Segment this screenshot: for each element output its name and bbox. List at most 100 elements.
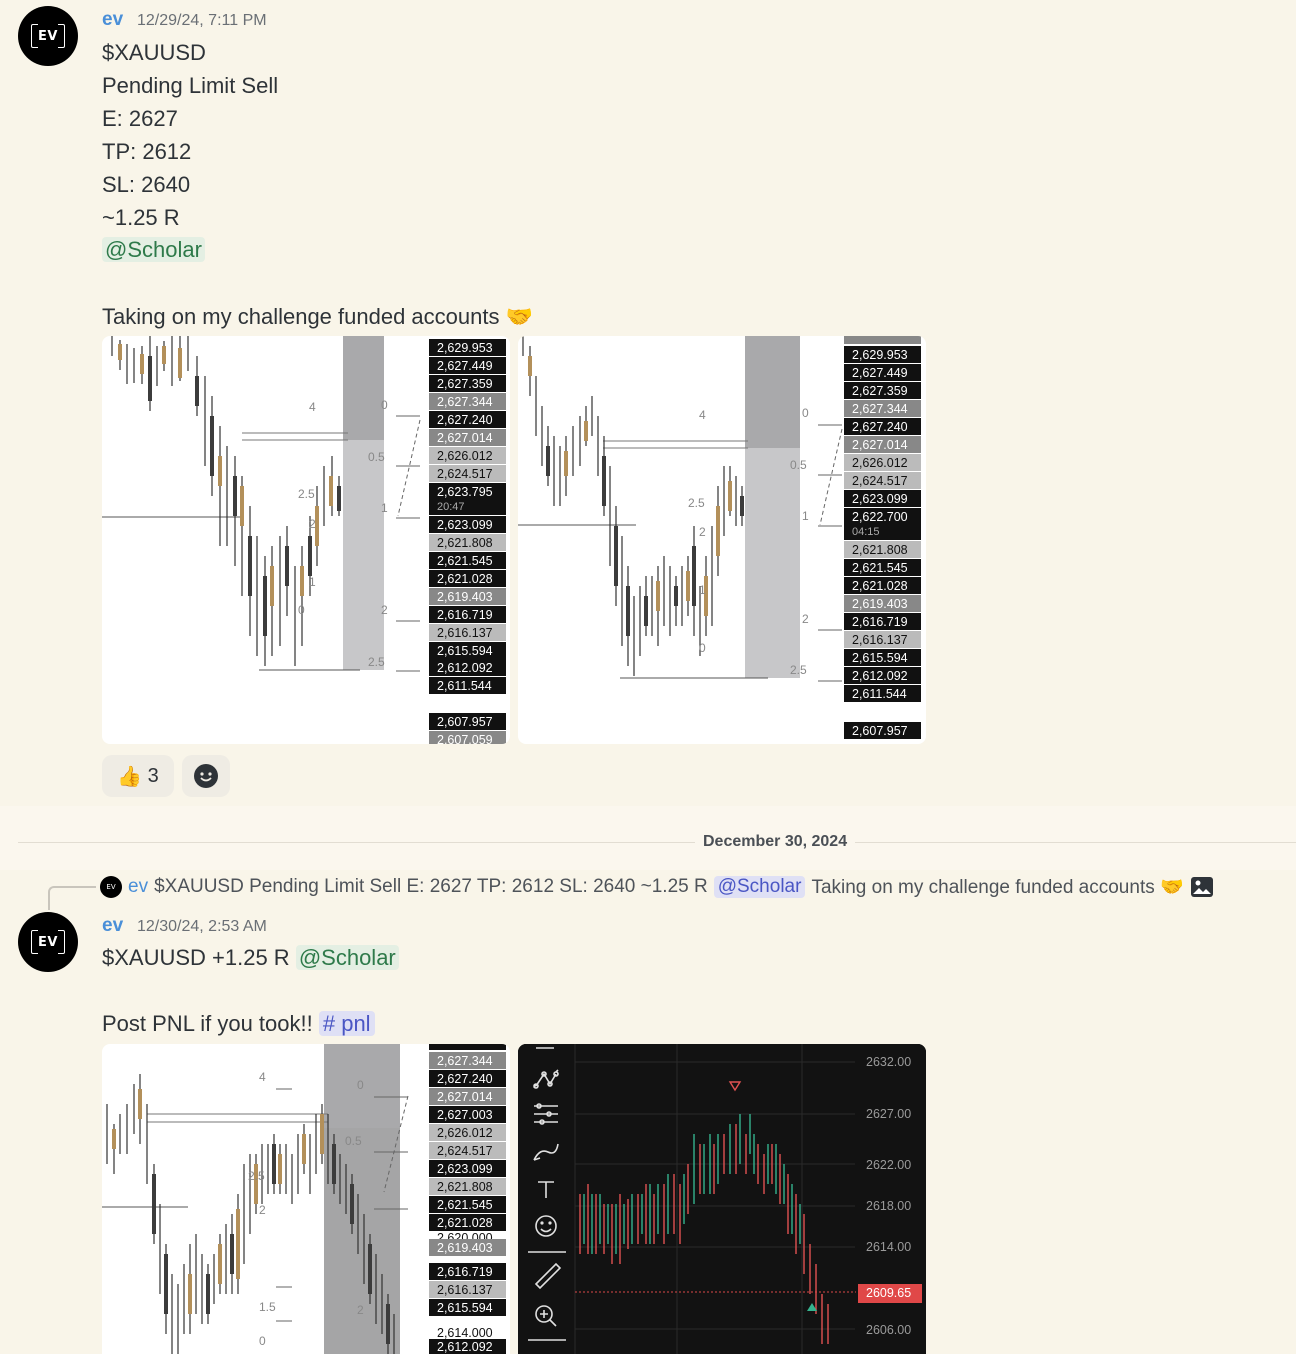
fib-label: 2 — [699, 525, 706, 539]
reaction-thumbs-up[interactable]: 👍 3 — [102, 755, 174, 797]
price-label: 2,624.517 — [437, 1144, 493, 1158]
mention-line: @Scholar — [102, 237, 205, 263]
price-label: 2,626.012 — [437, 1126, 493, 1140]
chart-image-4[interactable]: 2632.00 2627.00 2622.00 2618.00 2614.00 … — [518, 1044, 926, 1354]
username[interactable]: ev — [102, 9, 123, 31]
fib-label: 1.5 — [259, 1300, 276, 1314]
fib-label: 1 — [802, 509, 809, 523]
y-tick: 2622.00 — [866, 1158, 911, 1172]
price-label: 2,615.594 — [852, 651, 908, 665]
fib-label: 4 — [309, 400, 316, 414]
price-label: 2,627.449 — [437, 359, 493, 373]
price-label: 2,623.099 — [437, 518, 493, 532]
message-line: Pending Limit Sell — [102, 73, 279, 98]
reply-mention: @Scholar — [713, 876, 806, 898]
fib-label: 0 — [802, 406, 809, 420]
price-label: 2,627.240 — [437, 1072, 493, 1086]
chart-image-2[interactable]: 4 0 0.5 2.5 1 2 1 0 2 2.5 2,629.953 2,62… — [518, 336, 926, 744]
channel-link-pnl[interactable]: # pnl — [318, 1011, 375, 1036]
fib-label: 2.5 — [298, 487, 315, 501]
reaction-count: 3 — [147, 764, 159, 787]
price-label: 2,627.359 — [852, 384, 908, 398]
price-label: 2,616.719 — [437, 1265, 493, 1279]
price-label: 2,612.092 — [852, 669, 908, 683]
price-label: 2,611.544 — [852, 687, 907, 701]
timestamp: 12/29/24, 7:11 PM — [137, 12, 267, 29]
fib-label: 1 — [309, 575, 316, 589]
image-icon — [1190, 877, 1213, 897]
fib-label: 0 — [259, 1334, 266, 1348]
current-price-label: 2609.65 — [866, 1286, 911, 1300]
price-label: 2,626.012 — [852, 456, 908, 470]
price-label: 2,629.953 — [852, 348, 908, 362]
price-label: 2,627.359 — [437, 377, 493, 391]
fib-label: 0.5 — [345, 1134, 362, 1148]
price-label: 2,619.403 — [437, 590, 493, 604]
price-label: 2,623.099 — [437, 1162, 493, 1176]
price-label: 2,629.953 — [437, 341, 493, 355]
countdown-label: 04:15 — [852, 526, 880, 538]
price-label: 2,621.808 — [852, 543, 908, 557]
price-label: 2,616.719 — [852, 615, 908, 629]
fib-label: 2 — [309, 517, 316, 531]
price-label: 2,607.059 — [437, 733, 493, 744]
fib-label: 0.5 — [368, 450, 385, 464]
message-line: $XAUUSD — [102, 40, 206, 65]
price-label: 2,627.014 — [437, 1090, 493, 1104]
chart-image-3[interactable]: 4 0 0.5 2.5 2 1.5 0 2 2,627.344 2,627.24… — [102, 1044, 510, 1354]
price-label: 2,619.403 — [437, 1241, 493, 1255]
thumbs-up-icon: 👍 — [117, 765, 143, 788]
price-label: 2,614.000 — [437, 1326, 493, 1340]
fib-label: 1 — [699, 583, 706, 597]
price-label: 2,612.092 — [437, 661, 493, 675]
y-tick: 2606.00 — [866, 1323, 911, 1337]
fib-label: 0 — [298, 603, 305, 617]
fib-label: 2.5 — [790, 663, 807, 677]
price-label: 2,616.719 — [437, 608, 493, 622]
price-label: 2,623.795 — [437, 485, 493, 499]
price-label: 2,624.517 — [437, 467, 493, 481]
price-label: 2,622.700 — [852, 510, 908, 524]
price-label: 2,615.594 — [437, 644, 493, 658]
fib-label: 0 — [381, 398, 388, 412]
price-label: 2,623.099 — [852, 492, 908, 506]
username[interactable]: ev — [102, 915, 123, 937]
candlestick-chart: 4 0 0.5 2.5 1 2 1 0 2 2.5 2,629.953 2,62… — [518, 336, 921, 739]
avatar[interactable]: EV — [18, 912, 78, 972]
message-line: TP: 2612 — [102, 139, 192, 164]
fib-label: 2 — [259, 1203, 266, 1217]
price-label: 2,616.137 — [437, 626, 493, 640]
price-label: 2,627.240 — [437, 413, 493, 427]
fib-label: 0 — [699, 641, 706, 655]
price-label: 2,621.028 — [852, 579, 908, 593]
price-label: 2,627.014 — [852, 438, 908, 452]
price-label: 2,621.545 — [852, 561, 908, 575]
reply-avatar: EV — [100, 876, 122, 898]
user-mention[interactable]: @Scholar — [102, 237, 205, 262]
chart-image-1[interactable]: 4 0 0.5 2.5 1 2 1 0 2 2.5 2,629.953 2,62… — [102, 336, 510, 744]
y-tick: 2632.00 — [866, 1055, 911, 1069]
price-label: 2,627.449 — [852, 366, 908, 380]
reply-username[interactable]: ev — [128, 876, 148, 898]
add-reaction-button[interactable] — [182, 755, 230, 797]
message-line: ~1.25 R — [102, 205, 180, 230]
fib-label: 2.5 — [688, 496, 705, 510]
message-line: $XAUUSD +1.25 R @Scholar — [102, 945, 399, 971]
price-label: 2,626.012 — [437, 449, 493, 463]
price-label: 2,621.028 — [437, 1216, 493, 1230]
reply-text: $XAUUSD Pending Limit Sell E: 2627 TP: 2… — [154, 876, 708, 897]
timestamp: 12/30/24, 2:53 AM — [137, 918, 267, 935]
countdown-label: 20:47 — [437, 501, 465, 513]
reply-preview[interactable]: EV ev $XAUUSD Pending Limit Sell E: 2627… — [100, 875, 1214, 899]
message-caption: Taking on my challenge funded accounts 🤝 — [102, 304, 533, 329]
price-label: 2,621.808 — [437, 1180, 493, 1194]
price-label: 2,627.344 — [437, 395, 493, 409]
price-label: 2,607.957 — [852, 724, 908, 738]
message-line: E: 2627 — [102, 106, 178, 131]
reply-connector — [48, 886, 96, 910]
date-divider — [18, 842, 1296, 843]
user-mention[interactable]: @Scholar — [295, 945, 399, 970]
avatar[interactable]: EV — [18, 6, 78, 66]
candlestick-chart: 4 0 0.5 2.5 2 1.5 0 2 2,627.344 2,627.24… — [102, 1044, 506, 1354]
fib-label: 2 — [357, 1303, 364, 1317]
